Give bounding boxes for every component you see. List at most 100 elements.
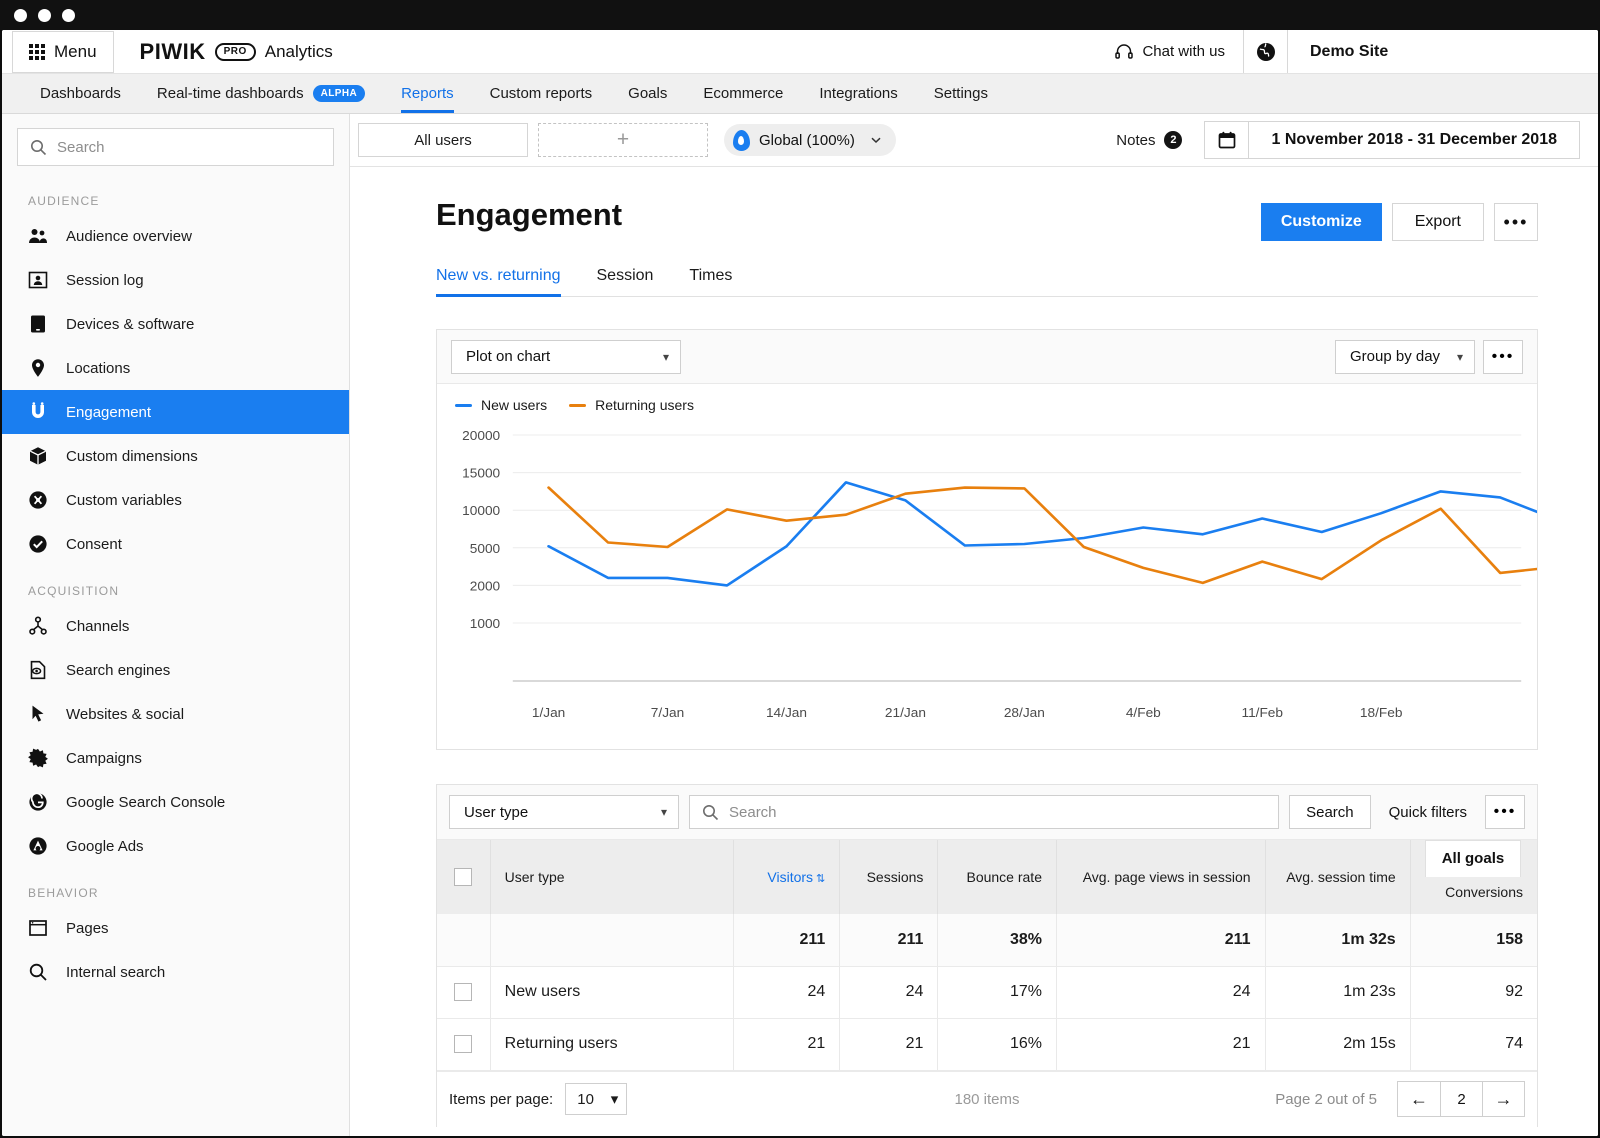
topbar-right-group: Chat with us Demo Site [1096,30,1598,73]
table-search-input[interactable]: Search [689,795,1279,829]
row-visitors: 21 [733,1018,839,1070]
table-more-button[interactable]: ••• [1485,795,1525,829]
select-all-checkbox[interactable] [454,868,472,886]
person-card-icon-wrap [28,270,48,290]
sidebar-item-devices-software[interactable]: Devices & software [2,302,349,346]
plot-on-chart-select[interactable]: Plot on chart ▾ [451,340,681,374]
nav-item-ecommerce[interactable]: Ecommerce [685,74,801,113]
col-conversions[interactable]: All goals Conversions [1410,840,1537,914]
sidebar-item-google-ads[interactable]: Google Ads [2,824,349,868]
window-dot-minimize[interactable] [38,9,51,22]
sidebar-item-google-search-console[interactable]: Google Search Console [2,780,349,824]
sidebar-item-label: Session log [66,272,144,289]
table-row[interactable]: New users242417%241m 23s92 [437,966,1537,1018]
tab-new-vs-returning[interactable]: New vs. returning [436,267,579,296]
sidebar-item-websites-social[interactable]: Websites & social [2,692,349,736]
nav-item-real-time-dashboards[interactable]: Real-time dashboardsALPHA [139,74,383,113]
chat-with-us-button[interactable]: Chat with us [1096,30,1243,73]
all-goals-tab[interactable]: All goals [1425,840,1522,877]
items-per-page-select[interactable]: 10 ▾ [565,1083,627,1115]
cube-icon-wrap [28,446,48,466]
svg-text:14/Jan: 14/Jan [766,705,807,720]
select-all-header [437,840,490,914]
sidebar-item-custom-dimensions[interactable]: Custom dimensions [2,434,349,478]
pager: ← 2 → [1397,1081,1525,1117]
person-card-icon [28,270,48,290]
menu-button[interactable]: Menu [12,31,114,73]
brand-logo: PIWIK PRO Analytics [140,30,333,73]
google-ads-icon [28,836,48,856]
sidebar-item-engagement[interactable]: Engagement [2,390,349,434]
col-bounce-rate[interactable]: Bounce rate [938,840,1057,914]
col-avg-page-views[interactable]: Avg. page views in session [1056,840,1265,914]
totals-sessions: 211 [840,914,938,966]
table-search-button[interactable]: Search [1289,795,1371,829]
customize-button[interactable]: Customize [1261,203,1382,241]
globe-button[interactable] [1244,30,1288,73]
row-checkbox-cell [437,966,490,1018]
chevron-down-icon: ▾ [663,350,669,364]
legend-swatch [455,404,472,407]
nav-item-custom-reports[interactable]: Custom reports [472,74,611,113]
current-page-number[interactable]: 2 [1440,1082,1482,1116]
window-icon-wrap [28,918,48,938]
row-avg-session-time: 1m 23s [1265,966,1410,1018]
date-range-picker[interactable]: 1 November 2018 - 31 December 2018 [1204,121,1580,159]
col-avg-session-time[interactable]: Avg. session time [1265,840,1410,914]
site-name[interactable]: Demo Site [1288,30,1598,73]
legend-item-returning-users[interactable]: Returning users [569,397,694,413]
svg-text:7/Jan: 7/Jan [651,705,684,720]
col-user-type[interactable]: User type [490,840,733,914]
calendar-button[interactable] [1205,122,1249,158]
next-page-button[interactable]: → [1482,1082,1524,1116]
sidebar-search-input[interactable]: Search [17,128,334,166]
sidebar-item-channels[interactable]: Channels [2,604,349,648]
page-more-button[interactable]: ••• [1494,203,1538,241]
sidebar-item-audience-overview[interactable]: Audience overview [2,214,349,258]
sidebar-item-custom-variables[interactable]: Custom variables [2,478,349,522]
chart-more-button[interactable]: ••• [1483,340,1523,374]
segment-all-users[interactable]: All users [358,123,528,157]
row-checkbox[interactable] [454,1035,472,1053]
sidebar-item-consent[interactable]: Consent [2,522,349,566]
nav-item-reports[interactable]: Reports [383,74,472,113]
chat-label: Chat with us [1142,43,1225,60]
add-segment-button[interactable]: + [538,123,708,157]
document-eye-icon-wrap [28,660,48,680]
svg-text:2000: 2000 [470,579,500,594]
nav-item-integrations[interactable]: Integrations [801,74,915,113]
prev-page-button[interactable]: ← [1398,1082,1440,1116]
legend-item-new-users[interactable]: New users [455,397,547,413]
quick-filters-button[interactable]: Quick filters [1381,804,1475,821]
sidebar-item-search-engines[interactable]: Search engines [2,648,349,692]
device-icon-wrap [28,314,48,334]
row-checkbox[interactable] [454,983,472,1001]
sidebar-item-internal-search[interactable]: Internal search [2,950,349,994]
export-button[interactable]: Export [1392,203,1484,241]
nav-item-dashboards[interactable]: Dashboards [22,74,139,113]
nav-item-label: Reports [401,85,454,102]
notes-count-badge: 2 [1164,131,1182,149]
row-avg-page-views: 24 [1056,966,1265,1018]
cursor-icon [28,704,48,724]
col-visitors[interactable]: Visitors⇅ [733,840,839,914]
tab-times[interactable]: Times [671,267,750,296]
sidebar-item-campaigns[interactable]: Campaigns [2,736,349,780]
nav-item-settings[interactable]: Settings [916,74,1006,113]
window-dot-maximize[interactable] [62,9,75,22]
notes-button[interactable]: Notes 2 [1116,131,1182,149]
group-by-select[interactable]: Group by day ▾ [1335,340,1475,374]
check-circle-icon-wrap [28,534,48,554]
sidebar-item-locations[interactable]: Locations [2,346,349,390]
sidebar-item-label: Campaigns [66,750,142,767]
sidebar-item-pages[interactable]: Pages [2,906,349,950]
tab-session[interactable]: Session [579,267,672,296]
table-row[interactable]: Returning users212116%212m 15s74 [437,1018,1537,1070]
chart-toolbar-right: Group by day ▾ ••• [1335,340,1523,374]
col-sessions[interactable]: Sessions [840,840,938,914]
sidebar-item-session-log[interactable]: Session log [2,258,349,302]
dimension-select[interactable]: User type ▾ [449,795,679,829]
global-scope-selector[interactable]: Global (100%) [724,124,896,156]
nav-item-goals[interactable]: Goals [610,74,685,113]
window-dot-close[interactable] [14,9,27,22]
